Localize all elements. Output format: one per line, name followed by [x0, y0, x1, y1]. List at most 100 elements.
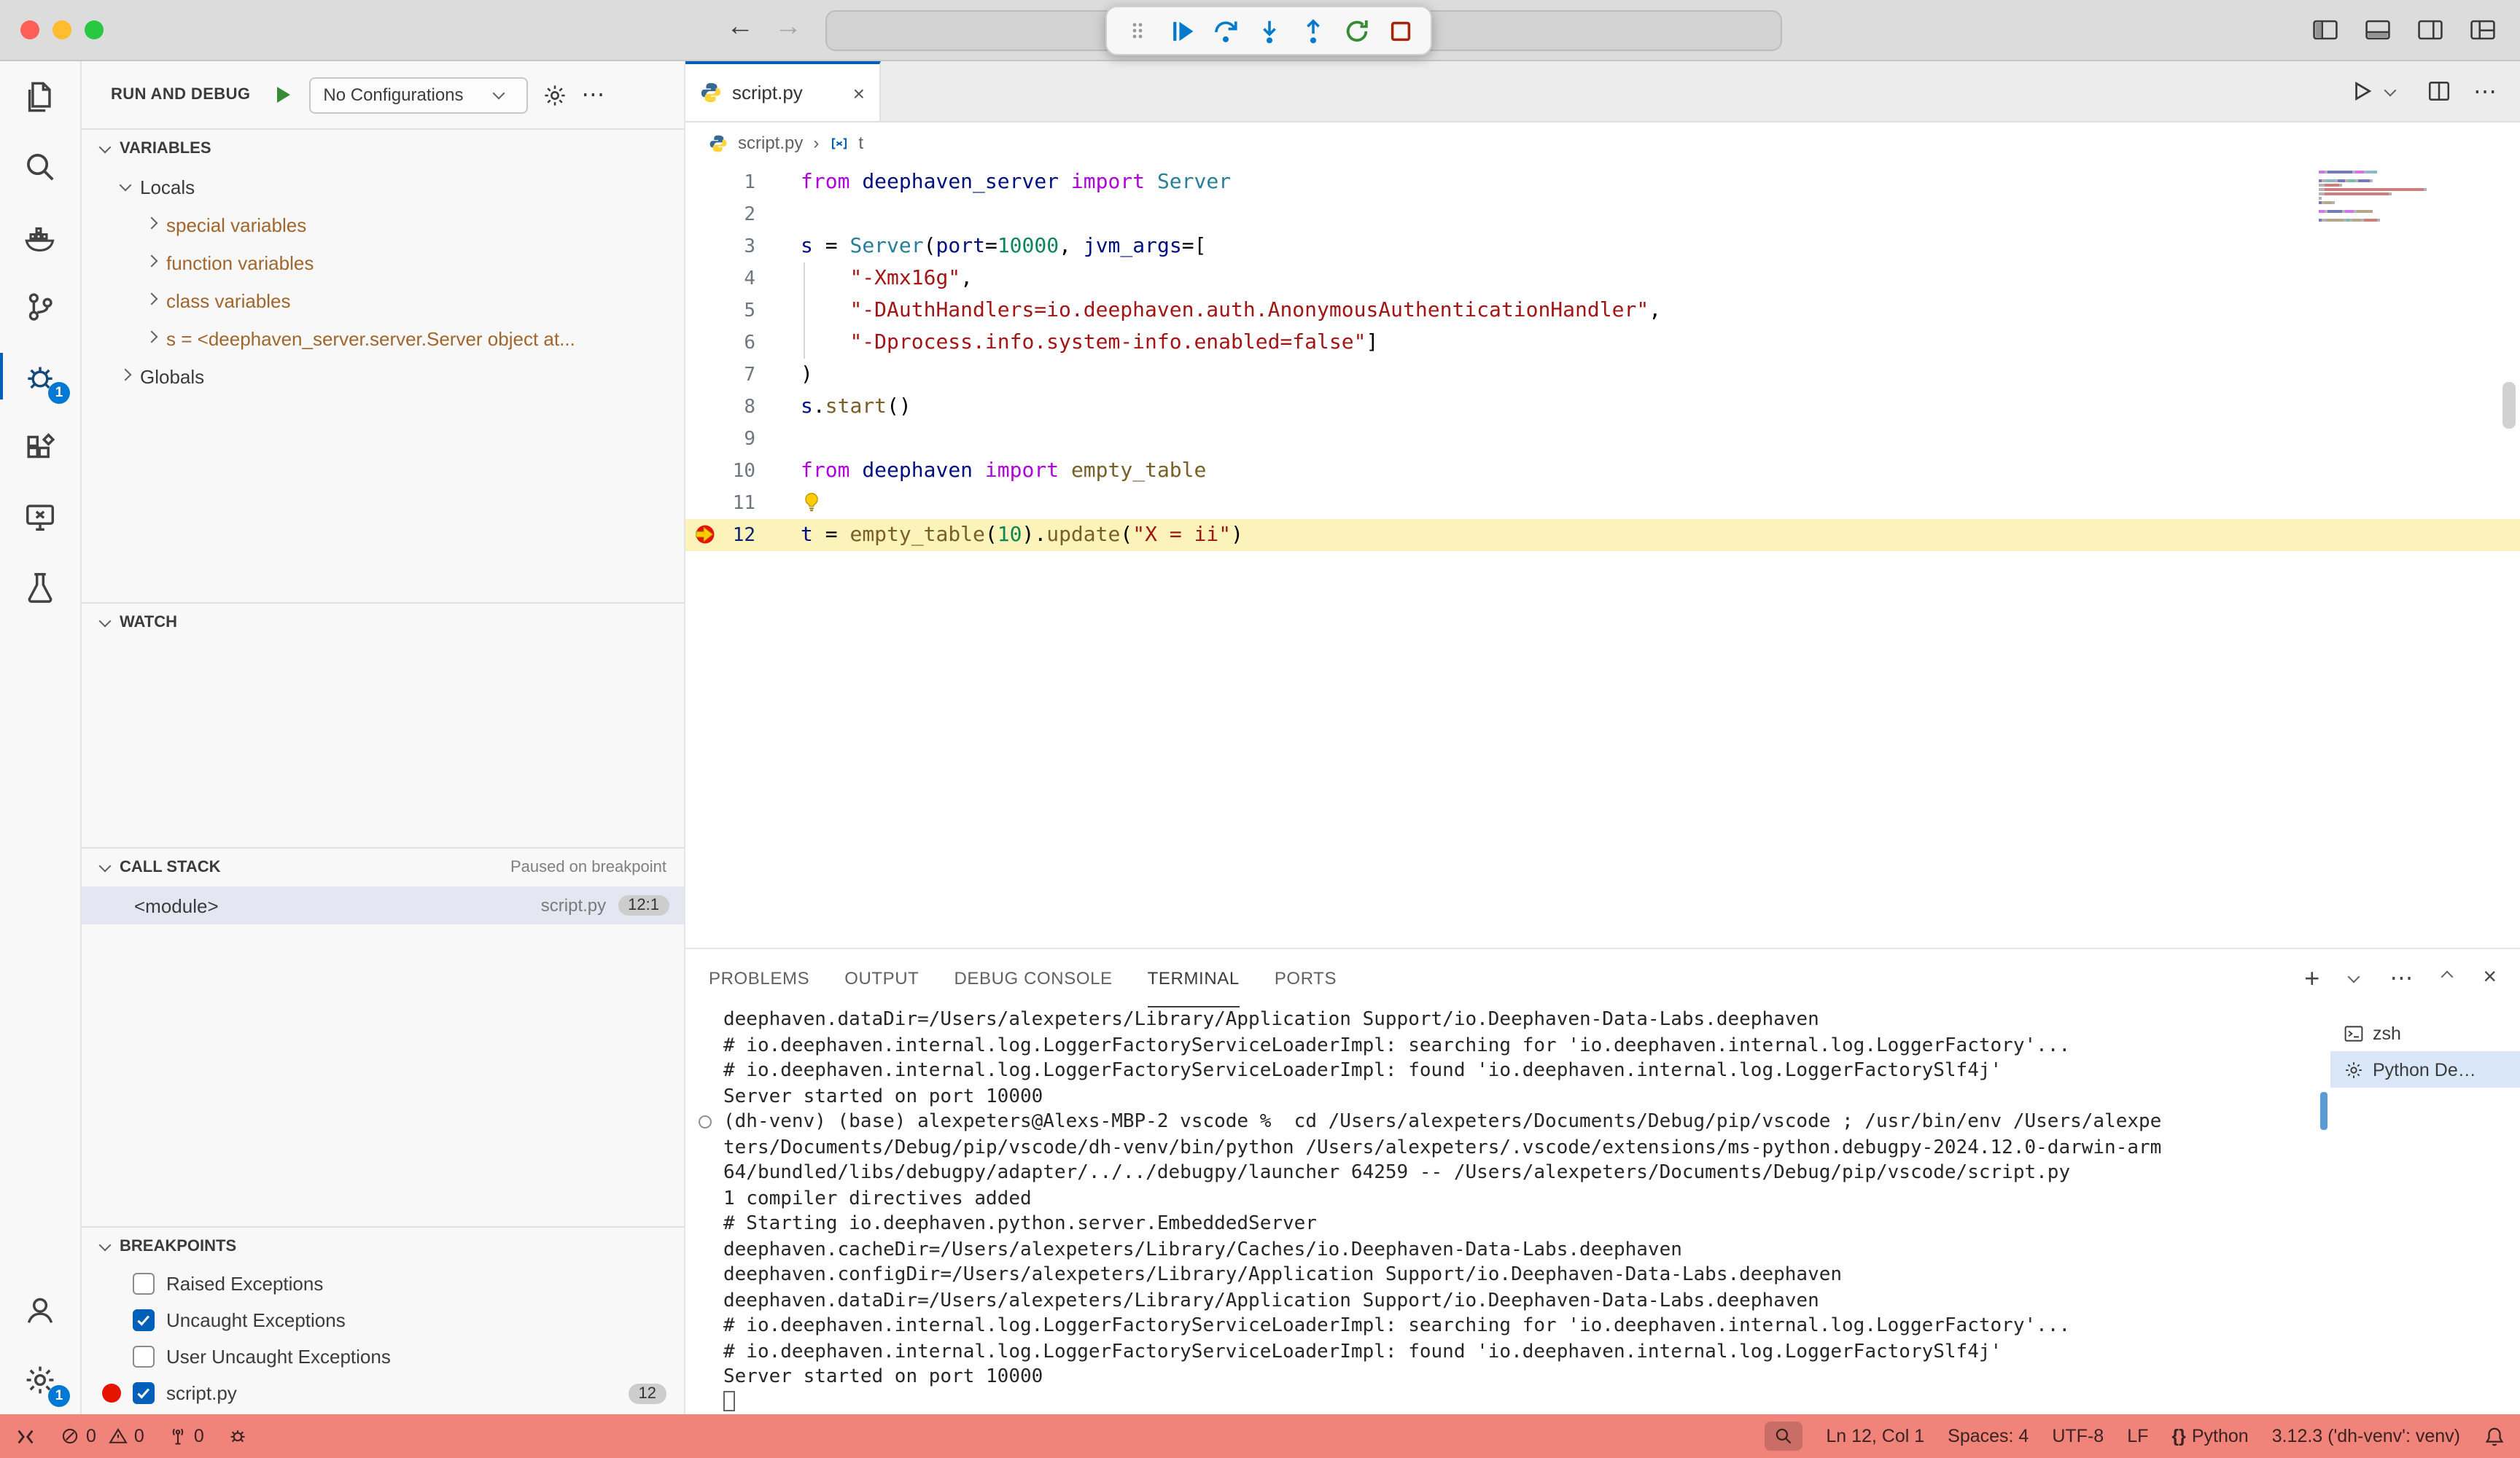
breakpoints-section-header[interactable]: BREAKPOINTS: [82, 1228, 684, 1266]
toolbar-grip-icon[interactable]: [1119, 12, 1156, 50]
notifications-bell-icon[interactable]: [2484, 1425, 2505, 1447]
code-line[interactable]: 7): [685, 359, 2520, 391]
settings-gear-icon[interactable]: 1: [0, 1344, 80, 1414]
panel-tab-debug-console[interactable]: DEBUG CONSOLE: [954, 949, 1112, 1007]
editor-scrollbar-thumb[interactable]: [2502, 382, 2516, 429]
call-stack-section-header[interactable]: CALL STACK Paused on breakpoint: [82, 849, 684, 886]
variable-row[interactable]: s = <deephaven_server.server.Server obje…: [82, 319, 684, 357]
debug-configuration-dropdown[interactable]: No Configurations: [308, 77, 527, 113]
extensions-icon[interactable]: [0, 411, 80, 481]
breakpoint-checkbox[interactable]: [133, 1382, 155, 1404]
debug-gear-icon[interactable]: [542, 82, 567, 107]
terminal-output[interactable]: deephaven.dataDir=/Users/alexpeters/Libr…: [685, 1007, 2330, 1414]
variable-row[interactable]: function variables: [82, 243, 684, 281]
minimap[interactable]: [2319, 171, 2444, 223]
code-line[interactable]: 10from deephaven import empty_table: [685, 455, 2520, 487]
code-line[interactable]: 6 "-Dprocess.info.system-info.enabled=fa…: [685, 327, 2520, 359]
editor-more-actions-icon[interactable]: ⋯: [2473, 77, 2497, 106]
breakpoint-checkbox[interactable]: [133, 1346, 155, 1368]
cursor-position-status[interactable]: Ln 12, Col 1: [1826, 1426, 1924, 1446]
terminal-list-item-zsh[interactable]: zsh: [2330, 1015, 2520, 1051]
toggle-secondary-sidebar-icon[interactable]: [2416, 16, 2444, 44]
close-tab-icon[interactable]: ×: [853, 81, 865, 104]
code-line[interactable]: 12t = empty_table(10).update("X = ii"): [685, 519, 2520, 551]
globals-scope-row[interactable]: Globals: [82, 357, 684, 395]
close-window-button[interactable]: [20, 20, 39, 39]
code-line[interactable]: 8s.start(): [685, 391, 2520, 423]
toggle-primary-sidebar-icon[interactable]: [2311, 16, 2339, 44]
breadcrumb-file[interactable]: script.py: [738, 133, 803, 153]
breakpoint-checkbox[interactable]: [133, 1273, 155, 1295]
breakpoint-checkbox[interactable]: [133, 1309, 155, 1331]
step-out-button[interactable]: [1294, 12, 1331, 50]
code-line[interactable]: 1from deephaven_server import Server: [685, 166, 2520, 198]
code-line[interactable]: 5 "-DAuthHandlers=io.deephaven.auth.Anon…: [685, 295, 2520, 327]
start-debugging-button[interactable]: [271, 83, 294, 106]
code-line[interactable]: 11: [685, 487, 2520, 519]
code-line[interactable]: 3s = Server(port=10000, jvm_args=[: [685, 230, 2520, 262]
minimize-window-button[interactable]: [52, 20, 71, 39]
toggle-panel-icon[interactable]: [2364, 16, 2392, 44]
continue-button[interactable]: [1162, 12, 1200, 50]
problems-status[interactable]: 0 0: [60, 1426, 144, 1446]
run-and-debug-icon[interactable]: 1: [0, 341, 80, 411]
navigate-forward-button[interactable]: →: [774, 12, 802, 44]
breakpoint-row[interactable]: script.py12: [82, 1375, 684, 1411]
close-panel-icon[interactable]: ×: [2483, 965, 2497, 991]
indentation-status[interactable]: Spaces: 4: [1948, 1426, 2029, 1446]
breakpoint-row[interactable]: User Uncaught Exceptions: [82, 1338, 684, 1375]
split-editor-icon[interactable]: [2427, 79, 2451, 104]
eol-status[interactable]: LF: [2127, 1426, 2148, 1446]
stop-button[interactable]: [1381, 12, 1419, 50]
remote-indicator-icon[interactable]: [15, 1425, 36, 1447]
accounts-icon[interactable]: [0, 1274, 80, 1344]
step-over-button[interactable]: [1206, 12, 1244, 50]
panel-tab-output[interactable]: OUTPUT: [844, 949, 919, 1007]
step-into-button[interactable]: [1250, 12, 1288, 50]
code-line[interactable]: 2: [685, 198, 2520, 230]
language-mode-status[interactable]: {} Python: [2171, 1426, 2248, 1446]
views-more-actions-icon[interactable]: ⋯: [581, 80, 604, 109]
testing-icon[interactable]: [0, 551, 80, 621]
navigate-back-button[interactable]: ←: [726, 12, 754, 44]
terminal-launch-dropdown-icon[interactable]: [2347, 971, 2360, 983]
code-editor[interactable]: 1from deephaven_server import Server23s …: [685, 163, 2520, 948]
source-control-icon[interactable]: [0, 271, 80, 341]
panel-tab-problems[interactable]: PROBLEMS: [709, 949, 809, 1007]
variables-section-header[interactable]: VARIABLES: [82, 130, 684, 168]
ports-status[interactable]: 0: [168, 1426, 204, 1446]
variable-row[interactable]: special variables: [82, 206, 684, 243]
breadcrumb-symbol[interactable]: t: [858, 133, 863, 153]
variable-row[interactable]: class variables: [82, 281, 684, 319]
code-line[interactable]: 9: [685, 423, 2520, 455]
remote-explorer-icon[interactable]: [0, 481, 80, 551]
call-stack-frame-row[interactable]: <module>script.py12:1: [82, 886, 684, 924]
python-interpreter-status[interactable]: 3.12.3 ('dh-venv': venv): [2272, 1426, 2460, 1446]
docker-icon[interactable]: [0, 201, 80, 271]
lightbulb-icon[interactable]: [801, 491, 822, 513]
run-python-file-button[interactable]: [2349, 79, 2405, 104]
restart-button[interactable]: [1337, 12, 1375, 50]
screencast-zoom-icon[interactable]: [1765, 1422, 1802, 1451]
maximize-window-button[interactable]: [85, 20, 104, 39]
encoding-status[interactable]: UTF-8: [2052, 1426, 2104, 1446]
terminal-list-item-python-de-[interactable]: Python De…: [2330, 1051, 2520, 1088]
customize-layout-icon[interactable]: [2469, 16, 2497, 44]
breakpoint-row[interactable]: Uncaught Exceptions: [82, 1302, 684, 1338]
maximize-panel-icon[interactable]: [2441, 971, 2453, 983]
panel-tab-terminal[interactable]: TERMINAL: [1148, 949, 1240, 1007]
explorer-icon[interactable]: [0, 61, 80, 131]
panel-tab-ports[interactable]: PORTS: [1275, 949, 1337, 1007]
watch-section-header[interactable]: WATCH: [82, 604, 684, 642]
paused-status-label: Paused on breakpoint: [510, 859, 666, 876]
locals-scope-row[interactable]: Locals: [82, 168, 684, 206]
terminal-scrollbar-thumb[interactable]: [2320, 1092, 2328, 1130]
search-icon[interactable]: [0, 131, 80, 201]
tab-script-py[interactable]: script.py ×: [685, 61, 881, 121]
breakpoint-row[interactable]: Raised Exceptions: [82, 1266, 684, 1302]
debug-session-icon[interactable]: [228, 1426, 248, 1446]
panel-more-actions-icon[interactable]: ⋯: [2389, 964, 2413, 993]
command-decoration-icon[interactable]: [699, 1115, 712, 1128]
new-terminal-icon[interactable]: +: [2304, 963, 2319, 994]
code-line[interactable]: 4 "-Xmx16g",: [685, 262, 2520, 295]
